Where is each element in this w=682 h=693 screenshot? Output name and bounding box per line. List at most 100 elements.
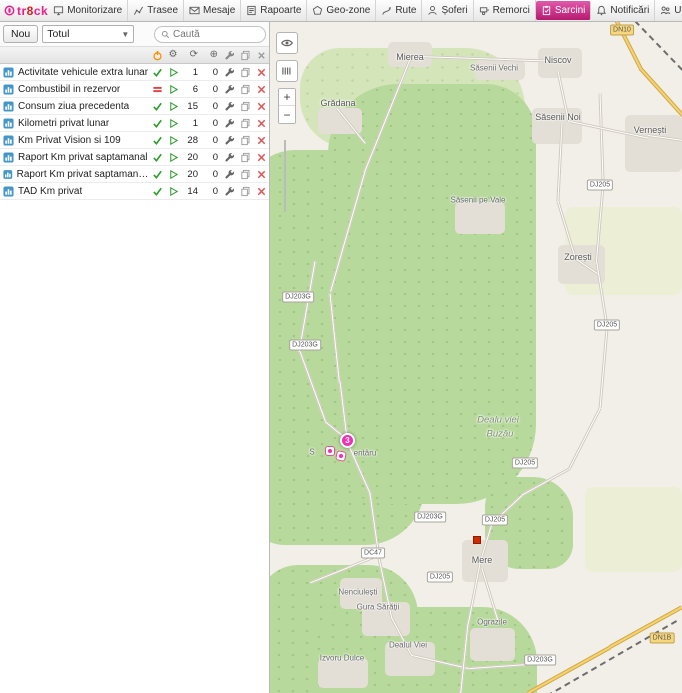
job-edit-button[interactable] xyxy=(221,186,237,197)
job-execute-button[interactable] xyxy=(165,67,181,78)
search-input[interactable] xyxy=(173,29,251,40)
job-execute-button[interactable] xyxy=(165,101,181,112)
nav-utilizatori[interactable]: Utilizatori xyxy=(655,0,682,21)
job-row[interactable]: Activitate vehicule extra lunar 1 0 xyxy=(0,64,269,81)
job-edit-button[interactable] xyxy=(221,101,237,112)
nav-monitorizare[interactable]: Monitorizare xyxy=(48,0,128,21)
job-delete-button[interactable] xyxy=(253,169,269,180)
job-active-icon[interactable] xyxy=(149,67,165,78)
jobs-panel: Nou Totul ▼ ⚙ ⟳ ⊕ xyxy=(0,22,270,693)
job-edit-button[interactable] xyxy=(221,152,237,163)
railway-segment xyxy=(538,620,678,693)
map-place-label: Dealul Viei xyxy=(389,641,427,650)
job-name: Activitate vehicule extra lunar xyxy=(18,67,148,78)
road-ref-badge: DN1B xyxy=(650,633,675,644)
job-active-icon[interactable] xyxy=(149,101,165,112)
job-delete-button[interactable] xyxy=(253,84,269,95)
zoom-slider[interactable] xyxy=(284,140,286,212)
job-copy-button[interactable] xyxy=(237,118,253,129)
job-row[interactable]: TAD Km privat 14 0 xyxy=(0,183,269,200)
nav-sarcini[interactable]: Sarcini xyxy=(536,1,592,20)
nav-rute[interactable]: Rute xyxy=(376,0,422,21)
map-place-label: Zorești xyxy=(564,252,592,262)
job-edit-button[interactable] xyxy=(221,84,237,95)
job-delete-button[interactable] xyxy=(253,186,269,197)
measure-button[interactable] xyxy=(276,60,298,82)
job-execute-button[interactable] xyxy=(165,186,181,197)
job-execute-button[interactable] xyxy=(165,135,181,146)
job-delete-button[interactable] xyxy=(253,101,269,112)
job-execute-button[interactable] xyxy=(165,84,181,95)
unit-cluster-marker[interactable]: 3 xyxy=(340,433,355,448)
job-count-success: 1 xyxy=(181,67,201,78)
job-delete-button[interactable] xyxy=(253,118,269,129)
main-road-segment xyxy=(527,646,611,693)
job-active-icon[interactable] xyxy=(149,135,165,146)
delete-column-icon[interactable] xyxy=(253,50,269,61)
job-edit-button[interactable] xyxy=(221,118,237,129)
geofence-point-marker[interactable] xyxy=(473,536,481,544)
jobs-icon xyxy=(541,5,552,16)
globe-column-icon[interactable]: ⊕ xyxy=(201,50,221,60)
power-column-icon[interactable] xyxy=(149,50,165,61)
job-edit-button[interactable] xyxy=(221,67,237,78)
job-copy-button[interactable] xyxy=(237,101,253,112)
job-row[interactable]: Raport Km privat saptamanal 20 0 xyxy=(0,149,269,166)
nav-notificari[interactable]: Notificări xyxy=(591,0,655,21)
job-copy-button[interactable] xyxy=(237,169,253,180)
zoom-in-button[interactable]: + xyxy=(279,89,295,106)
jobs-search xyxy=(154,26,266,43)
job-copy-button[interactable] xyxy=(237,135,253,146)
job-delete-button[interactable] xyxy=(253,152,269,163)
app-logo[interactable]: tr8ck xyxy=(0,0,48,21)
job-active-icon[interactable] xyxy=(149,118,165,129)
job-row[interactable]: Combustibil in rezervor 6 0 xyxy=(0,81,269,98)
job-row[interactable]: Raport Km privat saptamanal html 20 0 xyxy=(0,166,269,183)
jobs-filter-select[interactable]: Totul ▼ xyxy=(42,25,134,43)
nav-remorci[interactable]: Remorci xyxy=(474,0,536,21)
main-nav: Monitorizare Trasee Mesaje Rapoarte Geo-… xyxy=(48,0,682,21)
road-ref-badge: DJ205 xyxy=(587,180,613,191)
job-active-icon[interactable] xyxy=(149,169,165,180)
map-place-label: Nenciulești xyxy=(338,588,377,597)
nav-soferi[interactable]: Șoferi xyxy=(422,0,473,21)
job-active-icon[interactable] xyxy=(149,152,165,163)
job-row[interactable]: Kilometri privat lunar 1 0 xyxy=(0,115,269,132)
job-delete-button[interactable] xyxy=(253,135,269,146)
job-row[interactable]: Consum ziua precedenta 15 0 xyxy=(0,98,269,115)
job-report-icon xyxy=(3,169,13,180)
job-row[interactable]: Km Privat Vision si 109 28 0 xyxy=(0,132,269,149)
map-canvas[interactable]: MiereaSăsenii VechiNiscovGrădanaSăsenii … xyxy=(270,22,682,693)
job-execute-button[interactable] xyxy=(165,118,181,129)
job-edit-button[interactable] xyxy=(221,135,237,146)
map-place-label: Mere xyxy=(472,555,493,565)
new-job-button[interactable]: Nou xyxy=(3,25,38,43)
job-execute-button[interactable] xyxy=(165,152,181,163)
job-copy-button[interactable] xyxy=(237,152,253,163)
nav-rapoarte[interactable]: Rapoarte xyxy=(241,0,307,21)
jobs-toolbar: Nou Totul ▼ xyxy=(0,22,269,47)
gear-column-icon[interactable]: ⚙ xyxy=(165,50,181,60)
job-inactive-icon[interactable] xyxy=(149,84,165,95)
job-copy-button[interactable] xyxy=(237,186,253,197)
nav-geozone[interactable]: Geo-zone xyxy=(307,0,376,21)
job-delete-button[interactable] xyxy=(253,67,269,78)
railway-segment xyxy=(634,22,682,71)
job-count-fail: 0 xyxy=(201,67,221,78)
job-count-fail: 0 xyxy=(201,186,221,197)
refresh-column-icon[interactable]: ⟳ xyxy=(181,50,201,60)
nav-mesaje[interactable]: Mesaje xyxy=(184,0,241,21)
job-copy-button[interactable] xyxy=(237,67,253,78)
job-active-icon[interactable] xyxy=(149,186,165,197)
zoom-out-button[interactable]: − xyxy=(279,106,295,123)
geofence-icon xyxy=(312,5,323,16)
job-copy-button[interactable] xyxy=(237,84,253,95)
job-edit-button[interactable] xyxy=(221,169,237,180)
unit-marker[interactable] xyxy=(325,446,335,456)
job-execute-button[interactable] xyxy=(165,169,181,180)
job-count-fail: 0 xyxy=(201,118,221,129)
map-place-label: Săsenii pe Vale xyxy=(451,196,506,205)
visibility-button[interactable] xyxy=(276,32,298,54)
nav-trasee[interactable]: Trasee xyxy=(128,0,184,21)
job-report-icon xyxy=(3,152,14,163)
